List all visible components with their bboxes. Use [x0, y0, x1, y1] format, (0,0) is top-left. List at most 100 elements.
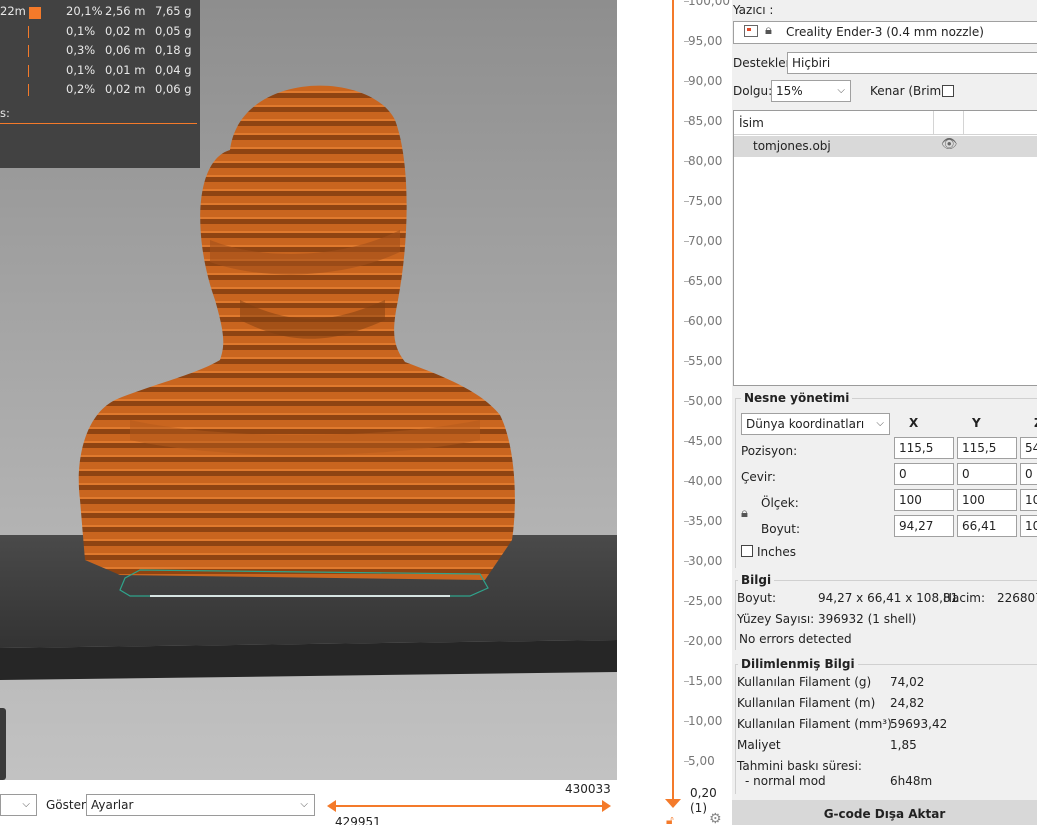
- printer-combo[interactable]: Creality Ender-3 (0.4 mm nozzle): [733, 21, 1037, 44]
- h-slider-max-label: 430033: [565, 782, 611, 796]
- v-slider-tick-label: 5,00: [688, 754, 715, 768]
- size-z-field[interactable]: 10: [1020, 515, 1037, 537]
- axis-x-label: X: [909, 416, 919, 430]
- show-label: Göster: [46, 798, 86, 812]
- cost-label: Maliyet: [737, 738, 781, 752]
- position-x-field[interactable]: 115,5: [894, 437, 954, 459]
- rotate-x-field[interactable]: 0: [894, 463, 954, 485]
- legend-tick: [28, 65, 29, 77]
- chevron-down-icon: ⌵: [300, 799, 308, 810]
- inches-label: Inches: [757, 545, 796, 559]
- legend-panel: 22m 20,1% 2,56 m 7,65 g 0,1% 0,02 m 0,05…: [0, 0, 200, 168]
- estimated-time-label: Tahmini baskı süresi:: [737, 759, 862, 773]
- v-slider-tick-label: 70,00: [688, 234, 723, 248]
- printer-value: Creality Ender-3 (0.4 mm nozzle): [786, 25, 984, 39]
- object-list[interactable]: İsim tomjones.obj 👁︎: [733, 110, 1037, 386]
- vertical-layer-slider[interactable]: [672, 0, 674, 802]
- show-combo-value: Ayarlar: [91, 798, 134, 812]
- legend-percent: 0,1%: [66, 24, 96, 38]
- legend-divider: [0, 123, 197, 124]
- show-combo[interactable]: Ayarlar ⌵: [86, 794, 315, 816]
- scale-x-field[interactable]: 100: [894, 489, 954, 511]
- filament-m-value: 24,82: [890, 696, 925, 710]
- rotate-z-value: 0: [1025, 467, 1033, 481]
- scale-y-field[interactable]: 100: [957, 489, 1017, 511]
- rotate-y-field[interactable]: 0: [957, 463, 1017, 485]
- legend-meters: 0,01 m: [105, 63, 146, 77]
- v-slider-tick-label: 100,00: [688, 0, 730, 8]
- size-y-field[interactable]: 66,41: [957, 515, 1017, 537]
- object-row[interactable]: tomjones.obj 👁︎: [734, 136, 1037, 157]
- scale-y-value: 100: [962, 493, 985, 507]
- legend-row: 22m 20,1% 2,56 m 7,65 g: [0, 4, 200, 22]
- filament-m-label: Kullanılan Filament (m): [737, 696, 876, 710]
- supports-value: Hiçbiri: [792, 56, 831, 70]
- position-x-value: 115,5: [899, 441, 934, 455]
- 3d-viewport[interactable]: 22m 20,1% 2,56 m 7,65 g 0,1% 0,02 m 0,05…: [0, 0, 617, 780]
- legend-grams: 0,06 g: [155, 82, 192, 96]
- position-z-field[interactable]: 54: [1020, 437, 1037, 459]
- supports-combo[interactable]: Hiçbiri: [787, 52, 1037, 74]
- v-slider-tick-label: 95,00: [688, 34, 723, 48]
- horizontal-layer-slider[interactable]: [327, 796, 611, 816]
- filament-g-label: Kullanılan Filament (g): [737, 675, 872, 689]
- info-volume-value: 226807,: [997, 591, 1037, 605]
- v-slider-tick-label: 90,00: [688, 74, 723, 88]
- position-y-field[interactable]: 115,5: [957, 437, 1017, 459]
- chevron-down-icon: ⌵: [22, 799, 30, 810]
- scale-z-field[interactable]: 10: [1020, 489, 1037, 511]
- rotate-label: Çevir:: [741, 470, 776, 484]
- viewport-side-handle[interactable]: [0, 708, 6, 780]
- view-type-combo[interactable]: ⌵: [0, 794, 37, 816]
- object-list-header: İsim: [734, 111, 1037, 135]
- legend-swatch: [29, 7, 41, 19]
- export-gcode-button[interactable]: G-code Dışa Aktar: [732, 800, 1037, 825]
- cost-value: 1,85: [890, 738, 917, 752]
- column-header-name[interactable]: İsim: [739, 116, 764, 130]
- size-z-value: 10: [1025, 519, 1037, 533]
- v-slider-tick-label: 60,00: [688, 314, 723, 328]
- eye-icon[interactable]: 👁︎: [941, 137, 958, 152]
- position-y-value: 115,5: [962, 441, 997, 455]
- legend-tick: [28, 84, 29, 96]
- v-slider-tick-label: 55,00: [688, 354, 723, 368]
- supports-label: Destekler:: [733, 56, 795, 70]
- normal-mode-value: 6h48m: [890, 774, 933, 788]
- printer-label: Yazıcı :: [733, 3, 774, 17]
- scale-label: Ölçek:: [761, 496, 799, 510]
- v-slider-thumb[interactable]: [665, 799, 681, 808]
- legend-meters: 0,02 m: [105, 82, 146, 96]
- axis-y-label: Y: [972, 416, 981, 430]
- legend-grams: 0,04 g: [155, 63, 192, 77]
- h-slider-left-thumb[interactable]: [327, 800, 336, 812]
- v-slider-tick-label: 75,00: [688, 194, 723, 208]
- h-slider-right-thumb[interactable]: [602, 800, 611, 812]
- size-x-value: 94,27: [899, 519, 934, 533]
- legend-length: 22m: [0, 4, 26, 18]
- v-slider-tick-label: 50,00: [688, 394, 723, 408]
- v-slider-tick-label: 45,00: [688, 434, 723, 448]
- v-slider-tick-label: 10,00: [688, 714, 723, 728]
- coordinate-system-combo[interactable]: Dünya koordinatları ⌵: [741, 413, 890, 435]
- chevron-down-icon: ⌵: [837, 85, 845, 96]
- sliced-info-title: Dilimlenmiş Bilgi: [738, 657, 858, 671]
- infill-combo[interactable]: 15% ⌵: [771, 80, 851, 102]
- right-sidebar: Yazıcı : Creality Ender-3 (0.4 mm nozzle…: [732, 0, 1037, 825]
- v-slider-tick-label: 20,00: [688, 634, 723, 648]
- brim-checkbox[interactable]: [942, 85, 954, 97]
- inches-checkbox[interactable]: [741, 545, 753, 557]
- v-slider-tick-label: 80,00: [688, 154, 723, 168]
- info-errors: No errors detected: [739, 632, 852, 646]
- h-slider-min-label: 429951: [335, 815, 381, 825]
- lock-icon[interactable]: 🔓︎: [666, 813, 674, 825]
- gear-icon[interactable]: ⚙: [709, 811, 722, 825]
- v-slider-tick-label: 25,00: [688, 594, 723, 608]
- info-size-label: Boyut:: [737, 591, 777, 605]
- size-x-field[interactable]: 94,27: [894, 515, 954, 537]
- lock-icon[interactable]: 🔒︎: [741, 506, 748, 521]
- legend-tick: [28, 45, 29, 57]
- info-volume-label: Hacim:: [943, 591, 986, 605]
- normal-mode-label: - normal mod: [745, 774, 826, 788]
- infill-value: 15%: [776, 84, 803, 98]
- rotate-z-field[interactable]: 0: [1020, 463, 1037, 485]
